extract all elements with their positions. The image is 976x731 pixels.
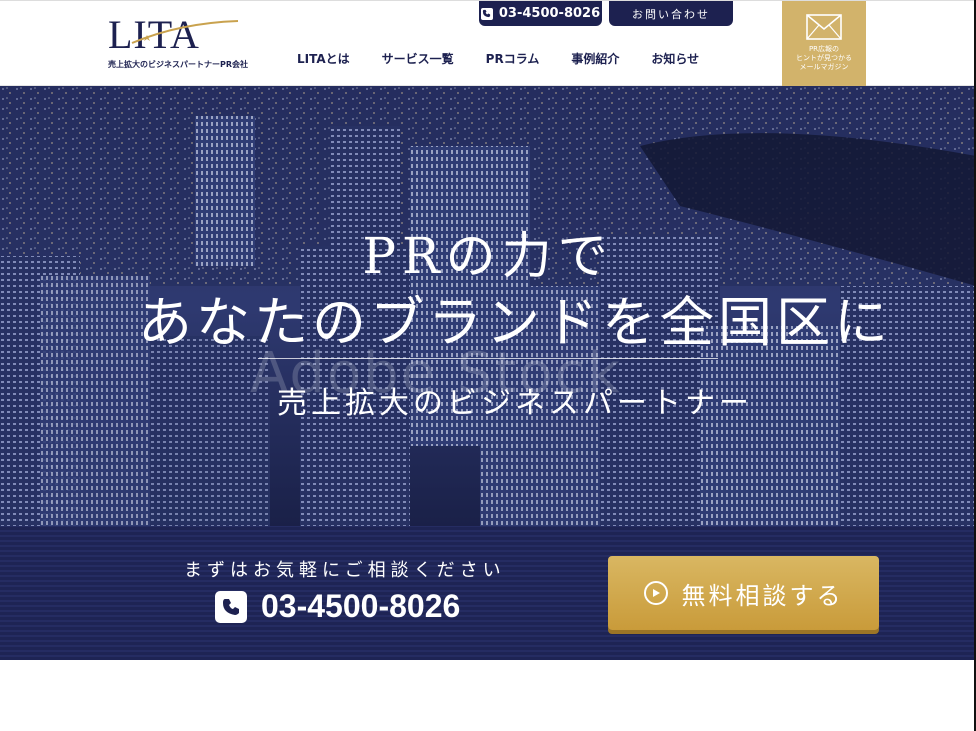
free-consultation-label: 無料相談する (681, 581, 844, 610)
mail-magazine-line2: ヒントが見つかる (796, 54, 852, 62)
logo-tagline: 売上拡大のビジネスパートナーPR会社 (108, 60, 249, 69)
hero-divider (258, 358, 718, 359)
mail-magazine-line3: メールマガジン (799, 63, 849, 71)
hero-subtitle: 売上拡大のビジネスパートナー (277, 386, 753, 421)
free-consultation-button[interactable]: 無料相談する (608, 556, 879, 630)
logo-swoosh-icon (131, 20, 239, 44)
nav-item-about[interactable]: LITAとは (297, 50, 350, 67)
site-header: LITA 売上拡大のビジネスパートナーPR会社 03-4500-8026 お問い… (0, 0, 976, 87)
play-icon (643, 581, 668, 605)
nav-item-services[interactable]: サービス一覧 (382, 50, 454, 67)
phone-icon (480, 7, 493, 20)
hero-title-line2: あなたのブランドを全国区に (138, 291, 892, 354)
hero-section: Adobe Stock PRの力で あなたのブランドを全国区に 売上拡大のビジネ… (0, 86, 976, 526)
nav-item-cases[interactable]: 事例紹介 (571, 50, 619, 67)
header-phone-button[interactable]: 03-4500-8026 (479, 1, 602, 26)
mail-magazine-button[interactable]: PR広報の ヒントが見つかる メールマガジン (782, 1, 866, 87)
mail-icon (806, 14, 842, 40)
cta-lead-text: まずはお気軽にご相談ください (184, 560, 506, 581)
cta-phone-link[interactable]: 03-4500-8026 (215, 588, 460, 625)
contact-button[interactable]: お問い合わせ (609, 1, 733, 26)
header-phone-number: 03-4500-8026 (498, 6, 601, 21)
cta-phone-number: 03-4500-8026 (261, 588, 461, 624)
nav-item-news[interactable]: お知らせ (651, 50, 699, 67)
cta-band: まずはお気軽にご相談ください 03-4500-8026 無料相談する (0, 526, 976, 660)
nav-item-column[interactable]: PRコラム (486, 50, 540, 67)
main-nav: LITAとは サービス一覧 PRコラム 事例紹介 お知らせ (297, 50, 699, 67)
phone-icon (215, 590, 247, 623)
mail-magazine-line1: PR広報の (808, 45, 840, 53)
logo[interactable]: LITA 売上拡大のビジネスパートナーPR会社 (108, 15, 258, 73)
